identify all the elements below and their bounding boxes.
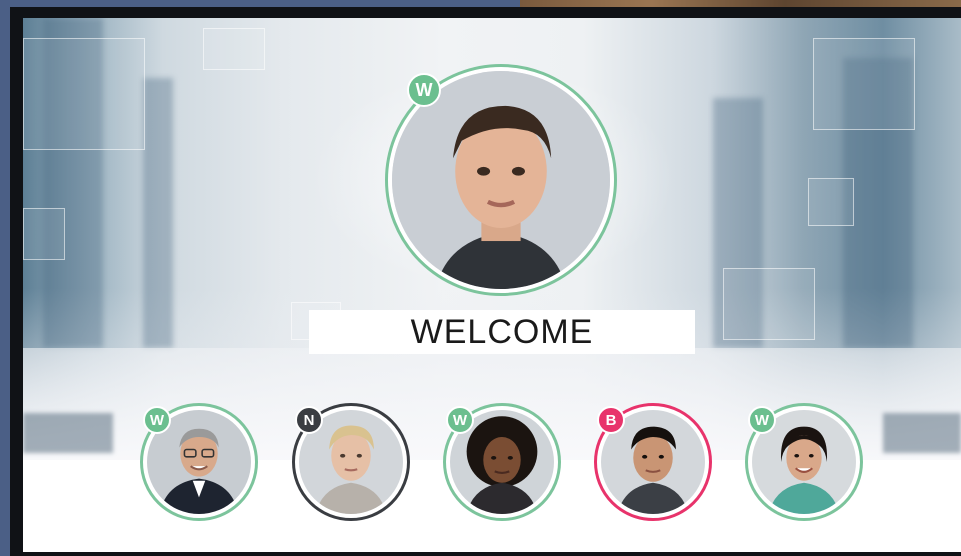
person-status-badge: W: [446, 406, 474, 434]
glass-square: [808, 178, 854, 226]
glass-square: [813, 38, 915, 130]
monitor-frame: W WELCOME W N W B W: [10, 7, 961, 556]
screen: W WELCOME W N W B W: [23, 18, 961, 552]
person-status-badge: W: [143, 406, 171, 434]
person-status-badge: B: [597, 406, 625, 434]
person-status-badge: W: [748, 406, 776, 434]
glass-square: [23, 38, 145, 150]
blurred-desk: [23, 413, 113, 453]
main-person-status-badge: W: [407, 73, 441, 107]
glass-square: [723, 268, 815, 340]
person-status-badge: N: [295, 406, 323, 434]
welcome-banner: WELCOME: [309, 310, 695, 354]
blurred-pillar: [143, 78, 173, 348]
glass-square: [203, 28, 265, 70]
glass-square: [23, 208, 65, 260]
blurred-desk: [883, 413, 961, 453]
welcome-text: WELCOME: [410, 312, 594, 351]
